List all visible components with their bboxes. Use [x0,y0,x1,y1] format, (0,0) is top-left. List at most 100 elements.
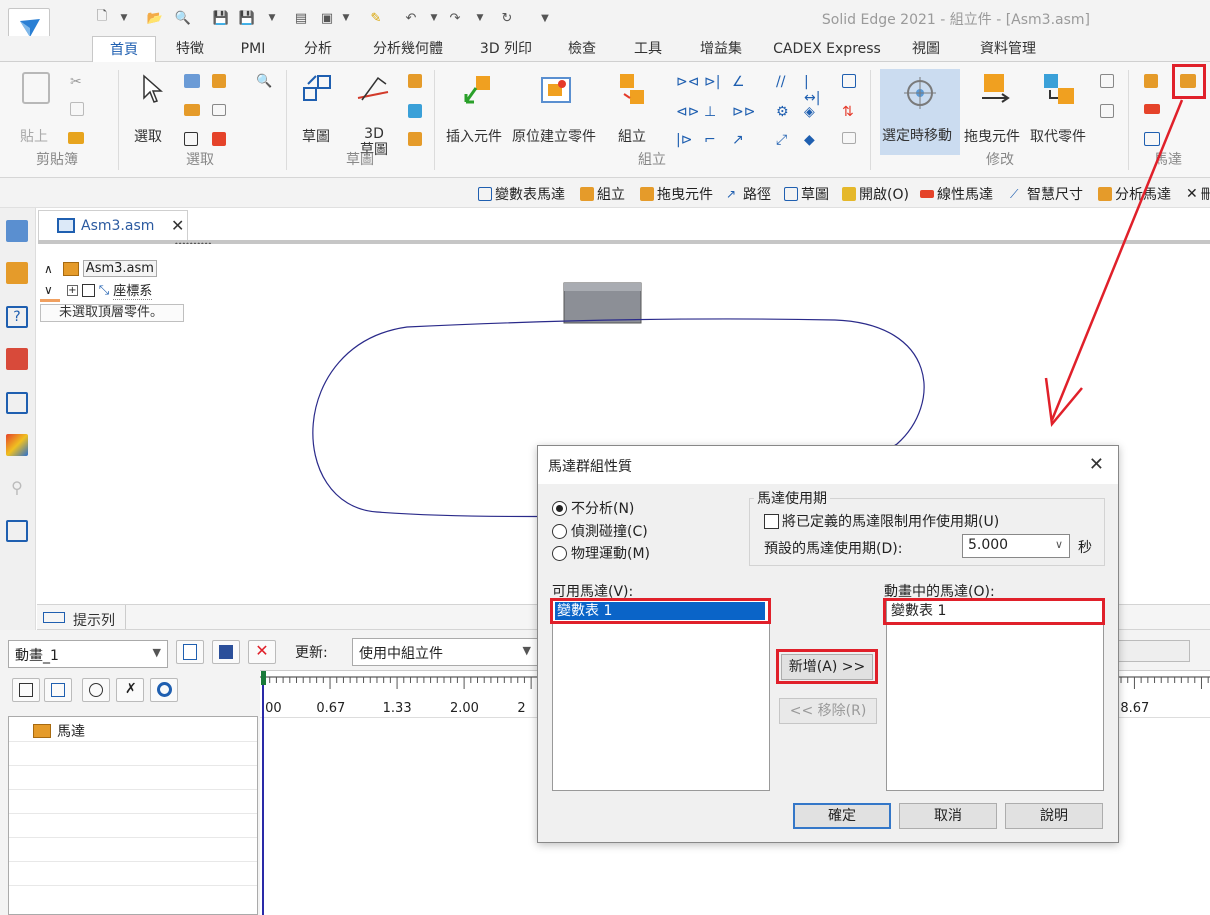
cmd-linear-motor[interactable]: 線性馬達 [920,184,993,204]
update-source-select[interactable]: 使用中組立件 ▼ [352,638,538,666]
linear-motor-icon[interactable] [1144,104,1160,114]
tree-item-motor[interactable]: 馬達 [33,721,85,741]
select-button[interactable]: 選取 [134,126,162,146]
zoom-select-icon[interactable]: 🔍 [256,74,274,90]
tab-analyze[interactable]: 分析 [290,36,346,62]
tab-inspect[interactable]: 檢查 [556,36,608,62]
delete-animation-button[interactable]: ✕ [248,640,276,664]
camera-button[interactable] [82,678,110,702]
new-animation-button[interactable] [176,640,204,664]
ok-button[interactable]: 確定 [793,803,891,829]
select-body-icon[interactable] [212,132,226,146]
open-folder-icon[interactable]: 📂 [146,8,164,28]
explode-button[interactable]: ✗ [116,678,144,702]
relation-mate-icon[interactable]: ⊳⊲ [676,74,699,90]
appearance-icon[interactable] [6,434,28,456]
tree-row-coord[interactable]: ∨ + ⤡ 座標系 [44,280,153,300]
time-cursor[interactable] [262,671,264,915]
close-icon[interactable]: ✕ [171,216,184,235]
cmd-open[interactable]: 開啟(O) [842,184,909,204]
new-file-icon[interactable]: 🗋 [94,8,110,28]
available-motors-list[interactable]: 變數表 1 [552,599,770,791]
active-motors-list[interactable]: 變數表 1 [886,599,1104,791]
cmd-delete[interactable]: ✕ 刪 [1186,184,1210,204]
time-cursor-handle[interactable] [261,671,266,685]
sensors-icon[interactable] [6,348,28,370]
tab-pmi[interactable]: PMI [228,36,278,62]
sketch-button[interactable]: 草圖 [302,126,330,146]
relation-parallel-icon[interactable]: // [776,74,794,90]
collapse-down-icon[interactable]: ∨ [44,283,53,297]
relation-more-icon[interactable] [842,132,856,144]
chevron-down-icon[interactable]: ▼ [474,8,486,28]
relation-center-icon[interactable]: ◈ [804,104,822,120]
assemble-button[interactable]: 組立 [618,126,646,146]
tab-home[interactable]: 首頁 [92,36,156,63]
sketch-tool-a-icon[interactable] [408,74,422,88]
chevron-down-icon[interactable]: ▼ [118,8,130,28]
export-button[interactable] [44,678,72,702]
relation-tangent-icon[interactable]: ⌐ [704,132,722,148]
relation-gear-icon[interactable]: ⚙ [776,104,794,120]
tab-analysis-geometry[interactable]: 分析幾何體 [362,36,454,62]
copy-icon[interactable] [70,102,84,116]
customize-quick-access-icon[interactable]: ▼ [538,8,552,28]
chevron-down-icon[interactable]: ▼ [340,8,352,28]
tab-cadex-express[interactable]: CADEX Express [770,36,884,62]
modify-tool-b-icon[interactable] [1100,104,1114,118]
help-button[interactable]: 說明 [1005,803,1103,829]
radio-physical-motion[interactable]: 物理運動(M) [552,543,650,563]
expand-plus-icon[interactable]: + [66,284,78,296]
relation-cam-icon[interactable]: ⤢ [776,132,794,148]
layers-icon[interactable] [6,262,28,284]
radio-detect-collision[interactable]: 偵測碰撞(C) [552,521,648,541]
select-filter-icon[interactable] [184,74,200,88]
help-icon[interactable]: ? [6,306,28,328]
relation-path-icon[interactable]: ↗ [732,132,750,148]
dialog-title-bar[interactable]: 馬達群組性質 ✕ [538,446,1118,484]
radio-button[interactable] [552,500,567,516]
search-file-icon[interactable]: 🔍 [175,8,191,28]
save-icon[interactable]: 💾 [212,8,230,28]
views-icon[interactable] [6,520,28,542]
tab-view[interactable]: 視圖 [898,36,954,62]
paste-button[interactable]: 貼上 [20,126,48,146]
relation-rigid-icon[interactable]: ◆ [804,132,822,148]
select-box-icon[interactable] [184,132,198,146]
rotary-motor-icon[interactable] [1144,74,1158,88]
cmd-path[interactable]: ↗ 路徑 [726,184,771,204]
relation-distance-icon[interactable]: |↔| [804,74,822,106]
sketch-tool-c-icon[interactable] [408,132,422,146]
properties-icon[interactable]: ▤ [292,8,310,28]
relation-angle-icon[interactable]: ∠ [732,74,750,90]
chevron-down-icon[interactable]: ▼ [428,8,440,28]
tab-3d-print[interactable]: 3D 列印 [470,36,542,62]
pen-icon[interactable]: ✎ [368,8,384,28]
collapse-up-icon[interactable]: ∧ [44,262,53,276]
redo-icon[interactable]: ↷ [446,8,464,28]
replace-part-button[interactable]: 取代零件 [1030,126,1086,146]
insert-component-button[interactable]: 插入元件 [446,126,502,146]
relation-grid-icon[interactable] [842,74,856,88]
pathfinder-icon[interactable] [6,220,28,242]
cut-icon[interactable]: ✂ [70,74,88,90]
sketch-tool-b-icon[interactable] [408,104,422,118]
drag-component-button[interactable]: 拖曳元件 [964,126,1020,146]
select-move-button[interactable]: 選定時移動 [880,69,960,155]
cmd-sketch[interactable]: 草圖 [784,184,829,204]
tab-tools[interactable]: 工具 [622,36,674,62]
tab-addins[interactable]: 增益集 [688,36,754,62]
tab-data-management[interactable]: 資料管理 [968,36,1048,62]
chevron-down-icon[interactable]: ▼ [266,8,278,28]
radio-button[interactable] [552,523,567,539]
limit-duration-checkbox[interactable] [764,513,779,529]
view-icon[interactable]: ▣ [318,8,336,28]
library-icon[interactable] [6,392,28,414]
relation-axial-icon[interactable]: ⊳⊳ [732,104,755,120]
radio-no-analysis[interactable]: 不分析(N) [552,498,634,518]
save-animation-button[interactable] [212,640,240,664]
add-button[interactable]: 新增(A) >> [781,654,873,680]
in-place-create-button[interactable]: 原位建立零件 [512,126,596,146]
analysis-motor-icon[interactable] [1144,132,1160,146]
cmd-drag-component[interactable]: 拖曳元件 [640,184,713,204]
